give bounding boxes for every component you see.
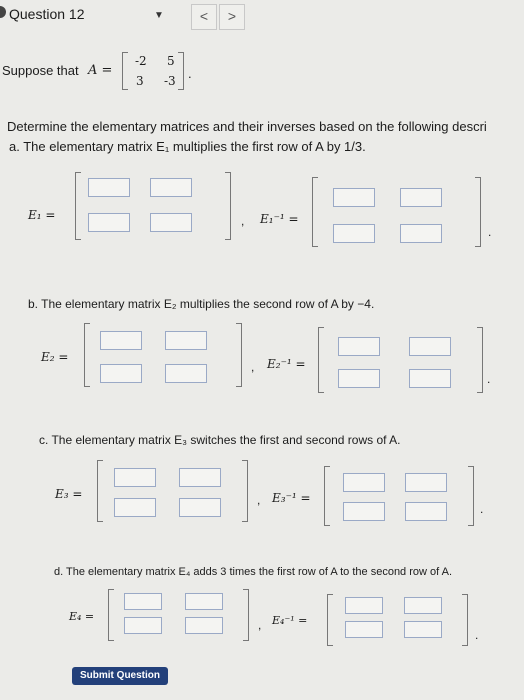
part-b-text: b. The elementary matrix E₂ multiplies t… (28, 297, 375, 311)
e4-inverse-right-bracket (462, 594, 468, 646)
e2-inverse-period: . (487, 372, 491, 386)
e2-inverse-input-22[interactable] (409, 369, 451, 388)
e3-inverse-input-22[interactable] (405, 502, 447, 521)
e4-label: E₄ = (69, 610, 95, 623)
e4-inverse-left-bracket (327, 594, 333, 646)
e1-inverse-right-bracket (475, 177, 481, 247)
e3-input-21[interactable] (114, 498, 156, 517)
e3-inverse-input-12[interactable] (405, 473, 447, 492)
e4-right-bracket (243, 589, 249, 641)
e1-label: E₁ = (28, 208, 56, 222)
e3-inverse-period: . (480, 502, 484, 516)
e4-inverse-input-22[interactable] (404, 621, 442, 638)
e1-left-bracket (75, 172, 81, 240)
e1-comma: , (241, 214, 245, 228)
e2-inverse-right-bracket (477, 327, 483, 393)
e1-inverse-label: E₁⁻¹ = (260, 212, 299, 226)
e1-input-22[interactable] (150, 213, 192, 232)
e3-input-12[interactable] (179, 468, 221, 487)
e1-input-21[interactable] (88, 213, 130, 232)
part-d-text: d. The elementary matrix E₄ adds 3 times… (54, 566, 453, 578)
next-question-button[interactable]: > (219, 4, 245, 30)
part-c-text: c. The elementary matrix E₃ switches the… (39, 433, 401, 447)
matrix-left-bracket (122, 52, 128, 90)
e4-input-11[interactable] (124, 593, 162, 610)
e1-inverse-period: . (488, 225, 492, 239)
e1-inverse-input-11[interactable] (333, 188, 375, 207)
e3-input-11[interactable] (114, 468, 156, 487)
e1-inverse-input-21[interactable] (333, 224, 375, 243)
part-a-text: a. The elementary matrix E₁ multiplies t… (9, 139, 366, 154)
e4-left-bracket (108, 589, 114, 641)
e1-inverse-input-12[interactable] (400, 188, 442, 207)
e3-comma: , (257, 493, 261, 507)
e2-inverse-input-12[interactable] (409, 337, 451, 356)
e2-inverse-input-11[interactable] (338, 337, 380, 356)
e1-inverse-input-22[interactable] (400, 224, 442, 243)
e2-input-11[interactable] (100, 331, 142, 350)
e2-input-12[interactable] (165, 331, 207, 350)
status-dot-icon (0, 6, 6, 18)
matrix-right-bracket (178, 52, 184, 90)
e2-comma: , (251, 360, 255, 374)
e4-inverse-input-21[interactable] (345, 621, 383, 638)
e2-left-bracket (84, 323, 90, 387)
matrix-a-21: 3 (136, 74, 144, 88)
e4-input-12[interactable] (185, 593, 223, 610)
matrix-a-12: 5 (167, 54, 175, 68)
e2-input-21[interactable] (100, 364, 142, 383)
e4-inverse-input-12[interactable] (404, 597, 442, 614)
e3-inverse-input-11[interactable] (343, 473, 385, 492)
e3-input-22[interactable] (179, 498, 221, 517)
e4-comma: , (258, 618, 262, 632)
e2-inverse-label: E₂⁻¹ = (267, 357, 306, 371)
submit-question-button[interactable]: Submit Question (72, 667, 168, 685)
matrix-variable: A = (88, 63, 113, 78)
e1-input-12[interactable] (150, 178, 192, 197)
e2-inverse-left-bracket (318, 327, 324, 393)
e3-inverse-input-21[interactable] (343, 502, 385, 521)
matrix-a-11: -2 (135, 54, 147, 68)
e2-right-bracket (236, 323, 242, 387)
e3-label: E₃ = (55, 487, 83, 501)
chevron-down-icon[interactable]: ▼ (154, 10, 164, 21)
matrix-period: . (188, 66, 192, 81)
e2-input-22[interactable] (165, 364, 207, 383)
matrix-a-22: -3 (164, 74, 176, 88)
e4-inverse-input-11[interactable] (345, 597, 383, 614)
e2-label: E₂ = (41, 350, 69, 364)
e3-inverse-left-bracket (324, 466, 330, 526)
question-title[interactable]: Question 12 (9, 6, 85, 22)
question-header: Question 12 ▼ < > (0, 0, 524, 32)
e2-inverse-input-21[interactable] (338, 369, 380, 388)
e3-right-bracket (242, 460, 248, 522)
e4-inverse-period: . (475, 628, 479, 642)
e4-input-22[interactable] (185, 617, 223, 634)
e3-inverse-right-bracket (468, 466, 474, 526)
instruction-text: Determine the elementary matrices and th… (7, 119, 487, 134)
e3-inverse-label: E₃⁻¹ = (272, 491, 311, 505)
problem-intro: Suppose that (2, 63, 79, 78)
e1-inverse-left-bracket (312, 177, 318, 247)
previous-question-button[interactable]: < (191, 4, 217, 30)
e1-right-bracket (225, 172, 231, 240)
e3-left-bracket (97, 460, 103, 522)
e4-input-21[interactable] (124, 617, 162, 634)
e1-input-11[interactable] (88, 178, 130, 197)
e4-inverse-label: E₄⁻¹ = (272, 614, 308, 627)
